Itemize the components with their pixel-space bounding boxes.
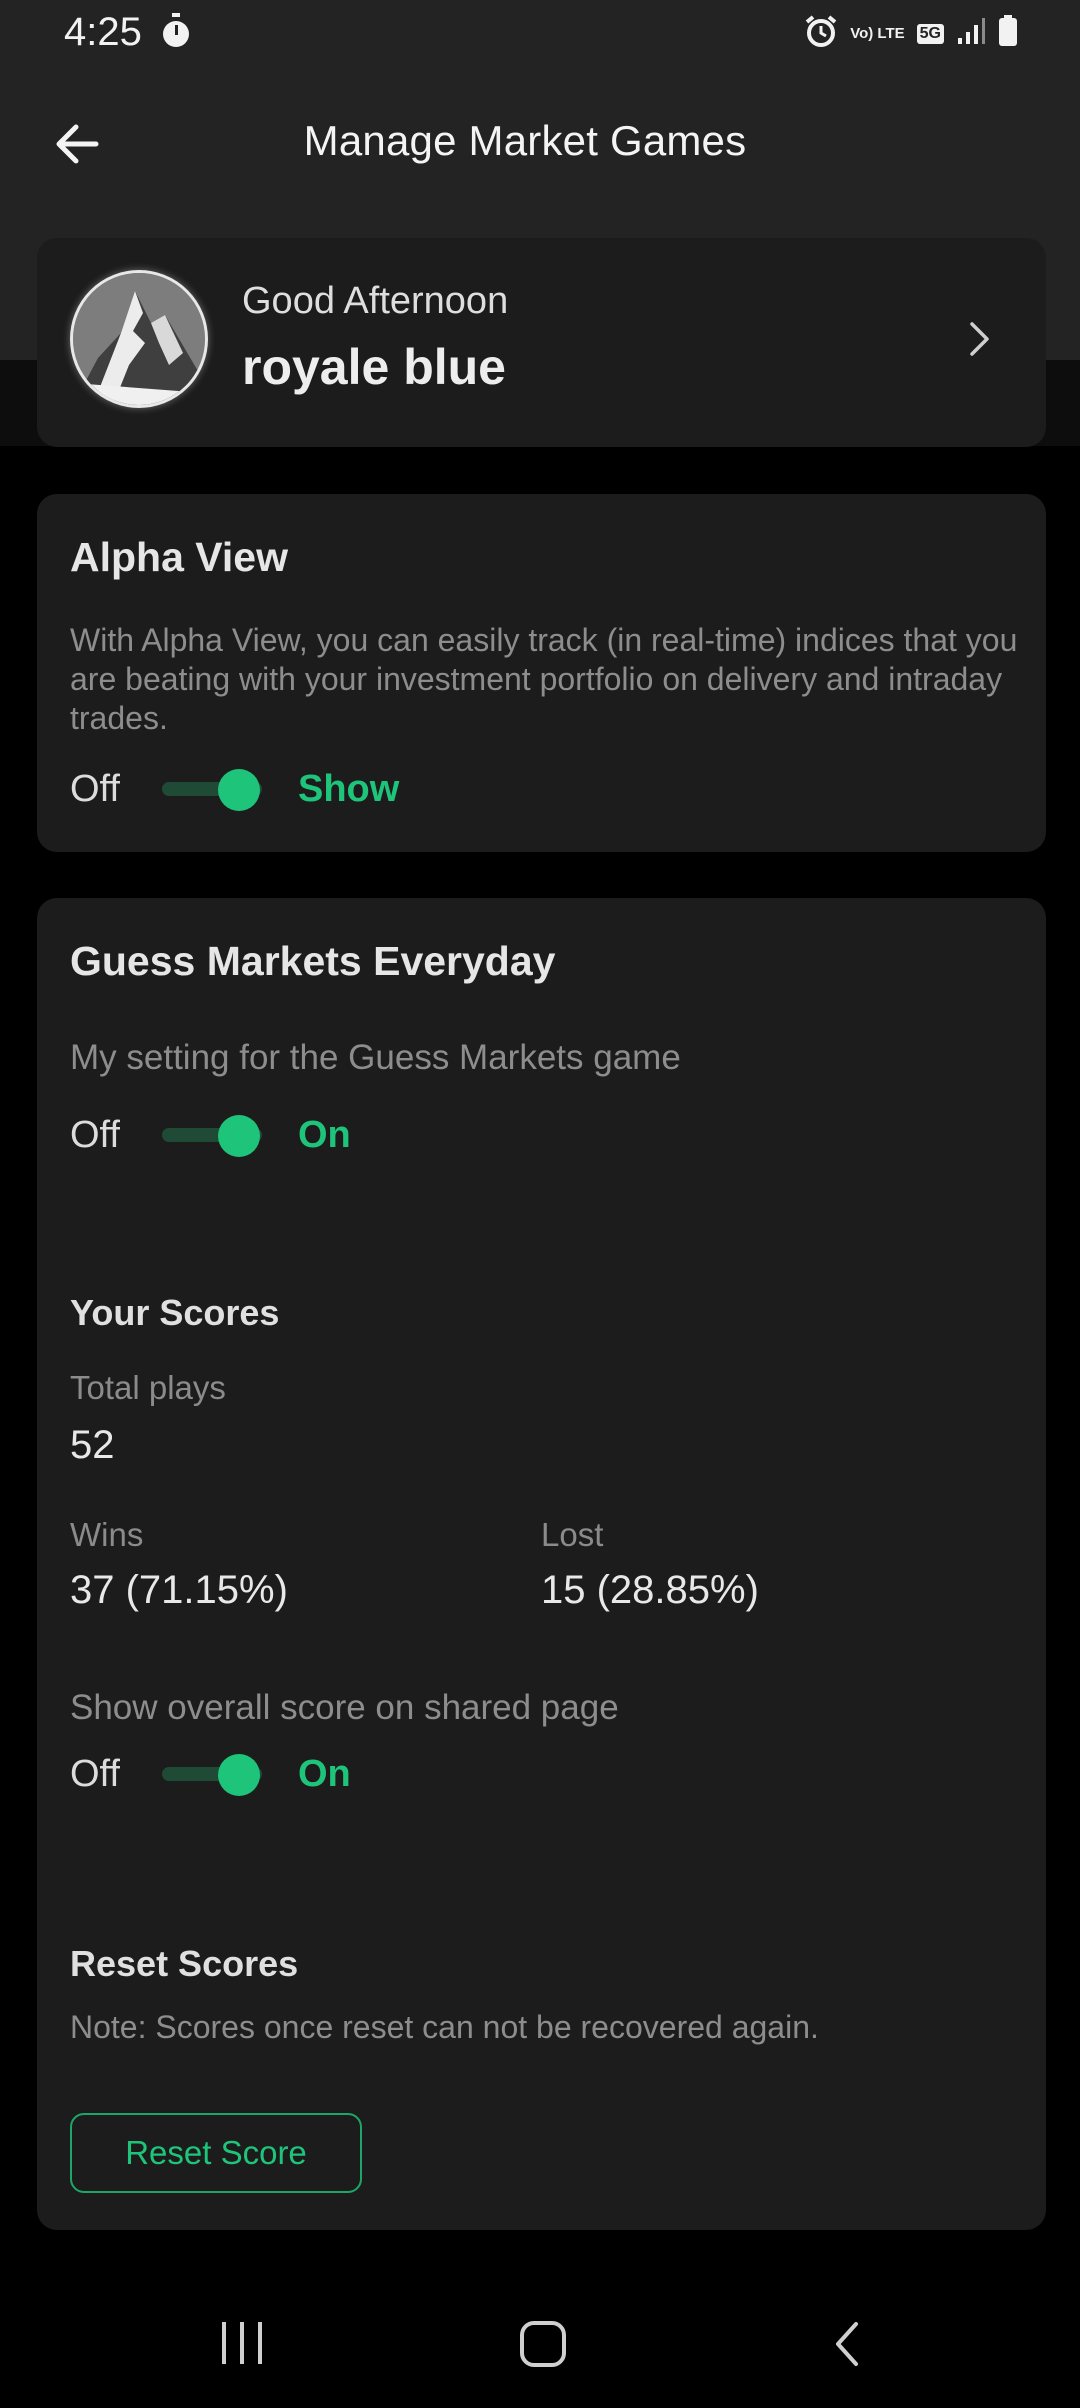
signal-icon <box>956 16 986 51</box>
share-score-toggle-row: Off On <box>70 1744 351 1804</box>
mountain-image <box>73 273 205 405</box>
alpha-view-card: Alpha View With Alpha View, you can easi… <box>37 494 1046 852</box>
recent-apps-icon[interactable] <box>218 2320 268 2371</box>
back-icon[interactable] <box>830 2320 864 2373</box>
your-scores-title: Your Scores <box>70 1292 280 1333</box>
status-time: 4:25 <box>64 10 142 54</box>
home-icon[interactable] <box>519 2320 567 2373</box>
user-name: royale blue <box>242 339 506 395</box>
toggle-knob <box>218 1115 260 1157</box>
share-score-on-label: On <box>298 1752 351 1795</box>
avatar <box>70 270 208 408</box>
guess-markets-toggle[interactable] <box>160 1105 270 1165</box>
alpha-view-toggle-row: Off Show <box>70 759 399 819</box>
total-plays-value: 52 <box>70 1423 115 1467</box>
alpha-view-description: With Alpha View, you can easily track (i… <box>70 622 1018 736</box>
reset-score-button[interactable]: Reset Score <box>70 2113 362 2193</box>
status-icons: Vo) LTE 5G <box>804 14 1018 53</box>
profile-card[interactable]: Good Afternoon royale blue <box>37 238 1046 447</box>
share-score-toggle[interactable] <box>160 1744 270 1804</box>
guess-markets-off-label: Off <box>70 1113 120 1156</box>
guess-markets-card: Guess Markets Everyday My setting for th… <box>37 898 1046 2230</box>
toggle-knob <box>218 1754 260 1796</box>
stopwatch-icon <box>160 13 192 54</box>
guess-markets-setting-label: My setting for the Guess Markets game <box>70 1038 681 1077</box>
alpha-view-title: Alpha View <box>70 534 288 580</box>
greeting-text: Good Afternoon <box>242 280 509 322</box>
volte-icon: Vo) LTE <box>850 25 905 42</box>
guess-markets-on-label: On <box>298 1113 351 1156</box>
alpha-view-off-label: Off <box>70 767 120 810</box>
reset-scores-note: Note: Scores once reset can not be recov… <box>70 2009 819 2045</box>
wins-label: Wins <box>70 1516 144 1553</box>
5g-icon: 5G <box>916 23 944 44</box>
battery-icon <box>998 15 1018 52</box>
total-plays-label: Total plays <box>70 1369 226 1406</box>
reset-scores-title: Reset Scores <box>70 1943 299 1984</box>
alpha-view-show-label: Show <box>298 767 400 810</box>
share-score-label: Show overall score on shared page <box>70 1688 619 1727</box>
alpha-view-toggle[interactable] <box>160 759 270 819</box>
wins-value: 37 (71.15%) <box>70 1568 288 1612</box>
toggle-knob <box>218 769 260 811</box>
share-score-off-label: Off <box>70 1752 120 1795</box>
lost-value: 15 (28.85%) <box>541 1568 759 1612</box>
page-title: Manage Market Games <box>303 117 747 164</box>
lost-label: Lost <box>541 1516 604 1553</box>
alarm-icon <box>804 14 838 53</box>
system-nav-bar <box>0 2270 1080 2408</box>
guess-markets-title: Guess Markets Everyday <box>70 938 556 984</box>
chevron-right-icon[interactable] <box>964 318 994 365</box>
guess-markets-toggle-row: Off On <box>70 1105 351 1165</box>
